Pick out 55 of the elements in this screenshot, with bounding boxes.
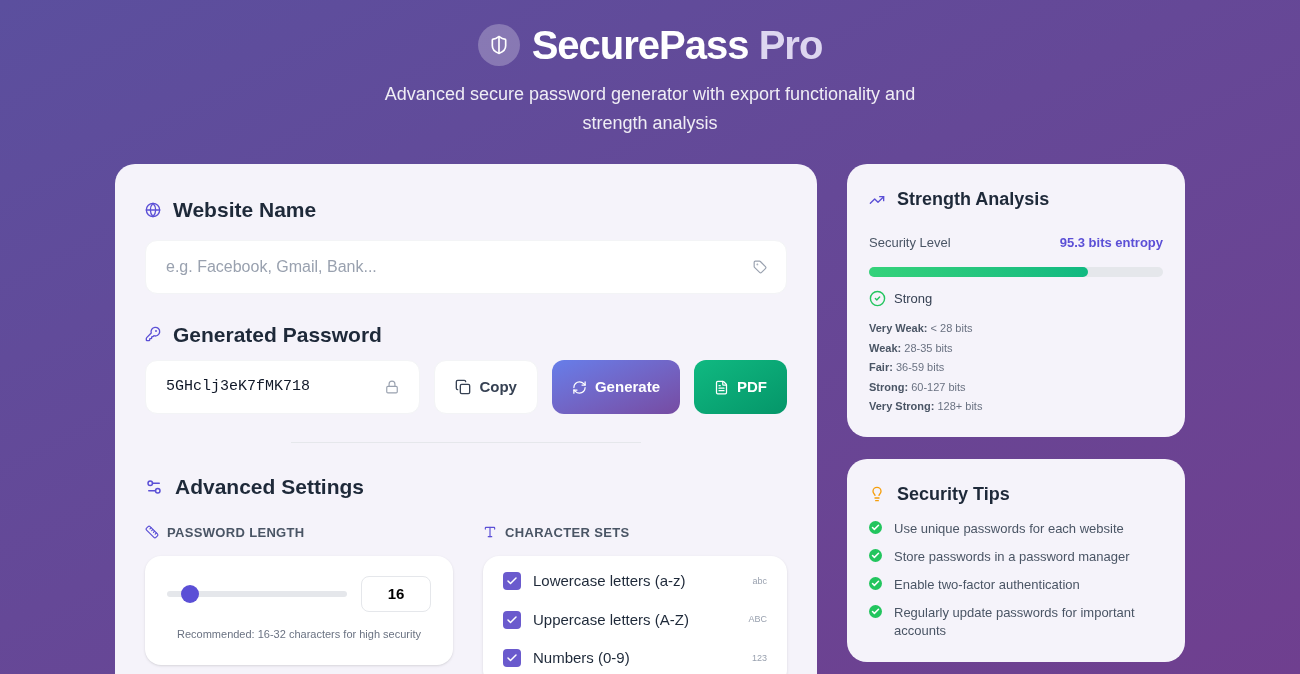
check-icon: [869, 548, 882, 562]
charset-sample: 123: [751, 651, 767, 665]
strength-range: Weak: 28-35 bits: [869, 340, 954, 356]
charset-label: Uppercase letters (A-Z): [533, 609, 690, 630]
settings-label: CHARACTER SETS: [505, 523, 630, 542]
check-icon: [869, 520, 882, 534]
strength-range: Very Weak: < 28 bits: [869, 321, 974, 336]
checkbox[interactable]: [503, 610, 521, 629]
charset-sample: ABC: [748, 613, 767, 626]
strength-range: Strong: 60-127 bits: [869, 379, 967, 395]
section-heading: Advanced Settings: [175, 474, 365, 500]
copy-button[interactable]: Copy: [434, 360, 538, 414]
strength-range: Very Strong: 128+ bits: [869, 399, 984, 414]
check-icon: [869, 604, 882, 618]
copy-icon: [455, 379, 472, 395]
tip-text: Enable two-factor authentication: [894, 575, 1080, 594]
entropy-value: 95.3 bits entropy: [1059, 234, 1163, 252]
tip-text: Use unique passwords for each website: [894, 519, 1124, 538]
card-heading: Security Tips: [897, 482, 1010, 506]
website-input-field[interactable]: e.g. Facebook, Gmail, Bank...: [145, 239, 787, 294]
check-icon: [869, 576, 882, 590]
security-level-label: Security Level: [869, 234, 951, 252]
length-slider-thumb[interactable]: [181, 585, 200, 603]
app-title: SecurePass: [531, 23, 749, 67]
checkbox[interactable]: [503, 572, 521, 591]
app-title-accent: Pro: [758, 23, 823, 67]
checkmark-icon: [506, 613, 518, 626]
strength-range: Fair: 36-59 bits: [869, 360, 946, 375]
settings-label: PASSWORD LENGTH: [167, 523, 305, 542]
strength-rating: Strong: [894, 289, 933, 308]
checkbox[interactable]: [503, 649, 521, 668]
key-icon: [145, 326, 161, 343]
check-circle-icon: [869, 289, 886, 307]
shield-logo-icon: [477, 24, 520, 66]
app-subtitle: Advanced secure password generator with export functionality and strength analysis: [383, 83, 917, 135]
tip-text: Regularly update passwords for important accounts: [894, 603, 1136, 640]
charset-label: Lowercase letters (a-z): [533, 571, 687, 591]
lock-icon: [385, 380, 400, 394]
refresh-icon: [571, 379, 587, 395]
charset-label: Numbers (0-9): [533, 648, 631, 668]
card-heading: Strength Analysis: [897, 188, 1050, 211]
section-heading: Website Name: [173, 197, 317, 223]
length-hint: Recommended: 16-32 characters for high security: [176, 627, 422, 642]
length-input-field[interactable]: 16: [361, 576, 431, 612]
tag-icon: [753, 259, 767, 274]
charset-sample: abc: [752, 574, 767, 588]
password-field[interactable]: 5GHclj3eK7fMK718: [145, 360, 421, 414]
lightbulb-icon: [869, 486, 885, 502]
globe-icon: [145, 201, 161, 218]
generate-button[interactable]: Generate: [551, 360, 680, 414]
file-icon: [714, 379, 729, 395]
section-heading: Generated Password: [173, 321, 382, 348]
tip-text: Store passwords in a password manager: [894, 547, 1130, 566]
letter-icon: [483, 525, 497, 540]
ruler-icon: [145, 525, 159, 540]
